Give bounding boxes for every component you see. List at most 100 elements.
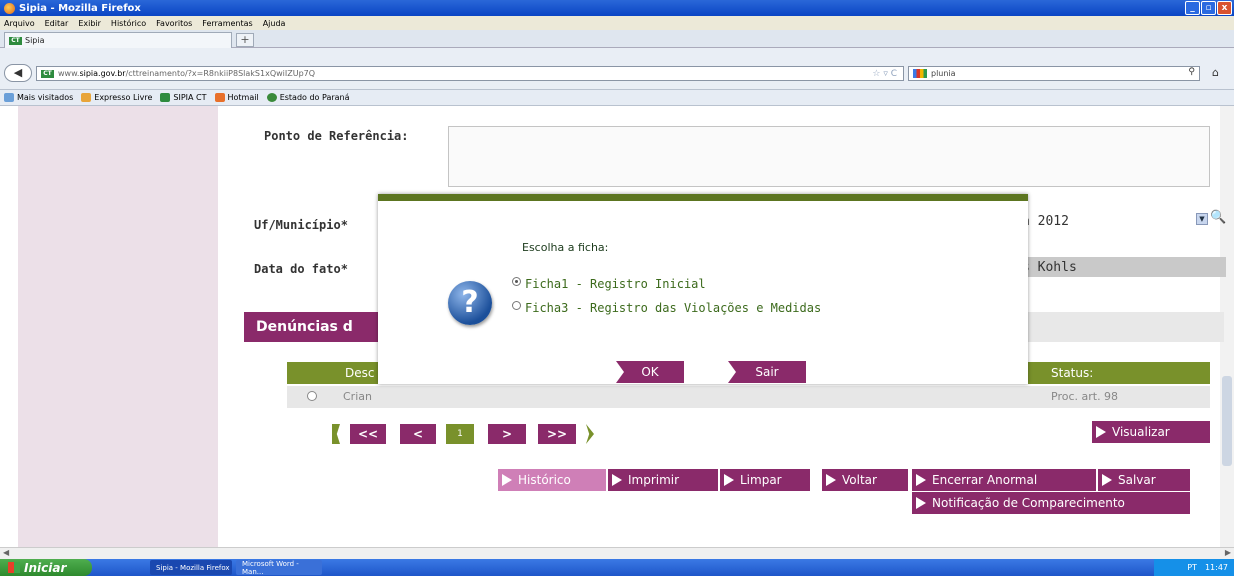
site-identity-icon: CT: [41, 69, 54, 78]
option-ficha3[interactable]: Ficha3 - Registro das Violações e Medida…: [512, 300, 822, 315]
clock: 11:47: [1204, 563, 1228, 572]
hotmail-icon: [214, 93, 225, 102]
pager-next-button[interactable]: >: [488, 424, 526, 444]
pager-right-flag-icon: [586, 424, 594, 444]
column-header-desc: Desc: [345, 366, 375, 380]
bookmark-star-icon[interactable]: ☆ ▿ C: [872, 69, 897, 79]
folder-icon: [4, 93, 14, 102]
search-icon[interactable]: ⚲: [1188, 67, 1195, 77]
bookmark-label: Expresso Livre: [94, 93, 153, 102]
home-icon[interactable]: ⌂: [1212, 66, 1219, 79]
windows-logo-icon: [8, 562, 20, 573]
question-icon: ?: [448, 281, 492, 325]
scroll-left-icon[interactable]: ◀: [3, 548, 9, 557]
historico-button[interactable]: Histórico: [498, 469, 606, 491]
row-radio[interactable]: [307, 391, 317, 401]
pager-current-page[interactable]: 1: [446, 424, 474, 444]
pager-first-button[interactable]: <<: [350, 424, 386, 444]
menu-exibir[interactable]: Exibir: [78, 19, 101, 28]
expresso-icon: [81, 93, 92, 102]
choose-form-dialog: Escolha a ficha: ? Ficha1 - Registro Ini…: [378, 194, 1028, 384]
new-tab-button[interactable]: +: [236, 33, 254, 47]
start-label: Iniciar: [24, 560, 67, 575]
imprimir-button[interactable]: Imprimir: [608, 469, 718, 491]
option-ficha1[interactable]: Ficha1 - Registro Inicial: [512, 276, 706, 291]
url-path: /cttreinamento/?x=R8nkiiP8SlakS1xQwiIZUp…: [125, 69, 316, 78]
window-titlebar: Sipia - Mozilla Firefox _ ▫ x: [0, 0, 1234, 16]
search-engine-icon[interactable]: [913, 69, 927, 78]
window-title: Sipia - Mozilla Firefox: [19, 2, 141, 14]
sipia-icon: [160, 93, 171, 102]
language-indicator[interactable]: PT: [1187, 563, 1197, 572]
tab-strip: CT Sipia +: [0, 30, 1234, 48]
globe-icon: [266, 93, 277, 102]
lookup-icon[interactable]: 🔍: [1210, 210, 1226, 225]
ponto-referencia-label: Ponto de Referência:: [264, 129, 409, 143]
taskbar-item-label: Microsoft Word - Man...: [242, 559, 299, 576]
tab-label: Sipia: [25, 36, 45, 45]
ok-button[interactable]: OK: [616, 361, 684, 383]
ficha3-radio[interactable]: [512, 300, 521, 310]
pager-last-button[interactable]: >>: [538, 424, 576, 444]
scrollbar-thumb[interactable]: [1222, 376, 1232, 466]
bookmark-label: Mais visitados: [17, 93, 74, 102]
search-bar[interactable]: plunia ⚲: [908, 66, 1200, 81]
windows-taskbar: Iniciar Sipia - Mozilla Firefox Microsof…: [0, 559, 1234, 576]
menu-arquivo[interactable]: Arquivo: [4, 19, 35, 28]
bookmarks-bar: Mais visitados Expresso Livre SIPIA CT H…: [0, 90, 1234, 106]
sair-button[interactable]: Sair: [728, 361, 806, 383]
notificacao-comparecimento-button[interactable]: Notificação de Comparecimento: [912, 492, 1190, 514]
limpar-button[interactable]: Limpar: [720, 469, 810, 491]
back-button[interactable]: ◀: [4, 64, 32, 82]
tab-sipia[interactable]: CT Sipia: [4, 32, 232, 48]
bookmark-label: SIPIA CT: [173, 93, 207, 102]
voltar-button[interactable]: Voltar: [822, 469, 908, 491]
pager-left-flag-icon: [332, 424, 340, 444]
data-fato-field[interactable]: s Kohls: [1016, 257, 1226, 277]
menu-editar[interactable]: Editar: [45, 19, 69, 28]
column-header-status: Status:: [1051, 366, 1094, 380]
uf-municipio-field[interactable]: a 2012: [1016, 210, 1196, 232]
close-button[interactable]: x: [1217, 1, 1232, 15]
section-title: Denúncias d: [244, 312, 384, 342]
bookmark-label: Hotmail: [227, 93, 259, 102]
encerrar-anormal-button[interactable]: Encerrar Anormal: [912, 469, 1096, 491]
maximize-button[interactable]: ▫: [1201, 1, 1216, 15]
menu-favoritos[interactable]: Favoritos: [156, 19, 192, 28]
url-prefix: www.: [58, 69, 80, 78]
start-button[interactable]: Iniciar: [0, 559, 92, 576]
table-row[interactable]: Crian Proc. art. 98: [287, 386, 1210, 408]
ficha1-radio[interactable]: [512, 276, 521, 286]
menu-ajuda[interactable]: Ajuda: [263, 19, 286, 28]
ponto-referencia-textarea[interactable]: [448, 126, 1210, 187]
dialog-title: Escolha a ficha:: [522, 241, 609, 254]
menu-historico[interactable]: Histórico: [111, 19, 146, 28]
bookmark-mais-visitados[interactable]: Mais visitados: [4, 93, 73, 102]
menu-bar: Arquivo Editar Exibir Histórico Favorito…: [0, 16, 1234, 30]
page-content: Ponto de Referência: Uf/Município* a 201…: [0, 106, 1234, 547]
scroll-right-icon[interactable]: ▶: [1225, 548, 1231, 557]
taskbar-item-label: Sipia - Mozilla Firefox: [156, 563, 230, 572]
bookmark-estado-parana[interactable]: Estado do Paraná: [266, 93, 350, 102]
taskbar-item-word[interactable]: Microsoft Word - Man...: [236, 559, 322, 576]
bookmark-sipia-ct[interactable]: SIPIA CT: [160, 93, 207, 102]
minimize-button[interactable]: _: [1185, 1, 1200, 15]
menu-ferramentas[interactable]: Ferramentas: [202, 19, 252, 28]
taskbar-item-firefox[interactable]: Sipia - Mozilla Firefox: [150, 560, 232, 575]
row-desc: Crian: [343, 390, 372, 403]
bookmark-label: Estado do Paraná: [279, 93, 350, 102]
left-sidebar: [18, 106, 218, 547]
search-text: plunia: [931, 69, 956, 78]
uf-municipio-label: Uf/Município*: [254, 218, 348, 232]
url-bar[interactable]: CT www. sipia.gov.br /cttreinamento/?x=R…: [36, 66, 904, 81]
salvar-button[interactable]: Salvar: [1098, 469, 1190, 491]
visualizar-button[interactable]: Visualizar: [1092, 421, 1210, 443]
horizontal-scrollbar[interactable]: ◀ ▶: [0, 547, 1234, 559]
bookmark-expresso-livre[interactable]: Expresso Livre: [81, 93, 152, 102]
pager-prev-button[interactable]: <: [400, 424, 436, 444]
bookmark-hotmail[interactable]: Hotmail: [214, 93, 259, 102]
chevron-down-icon[interactable]: ▼: [1196, 213, 1208, 225]
ficha3-label: Ficha3 - Registro das Violações e Medida…: [525, 301, 822, 315]
ficha1-label: Ficha1 - Registro Inicial: [525, 277, 706, 291]
row-status: Proc. art. 98: [1051, 390, 1119, 403]
